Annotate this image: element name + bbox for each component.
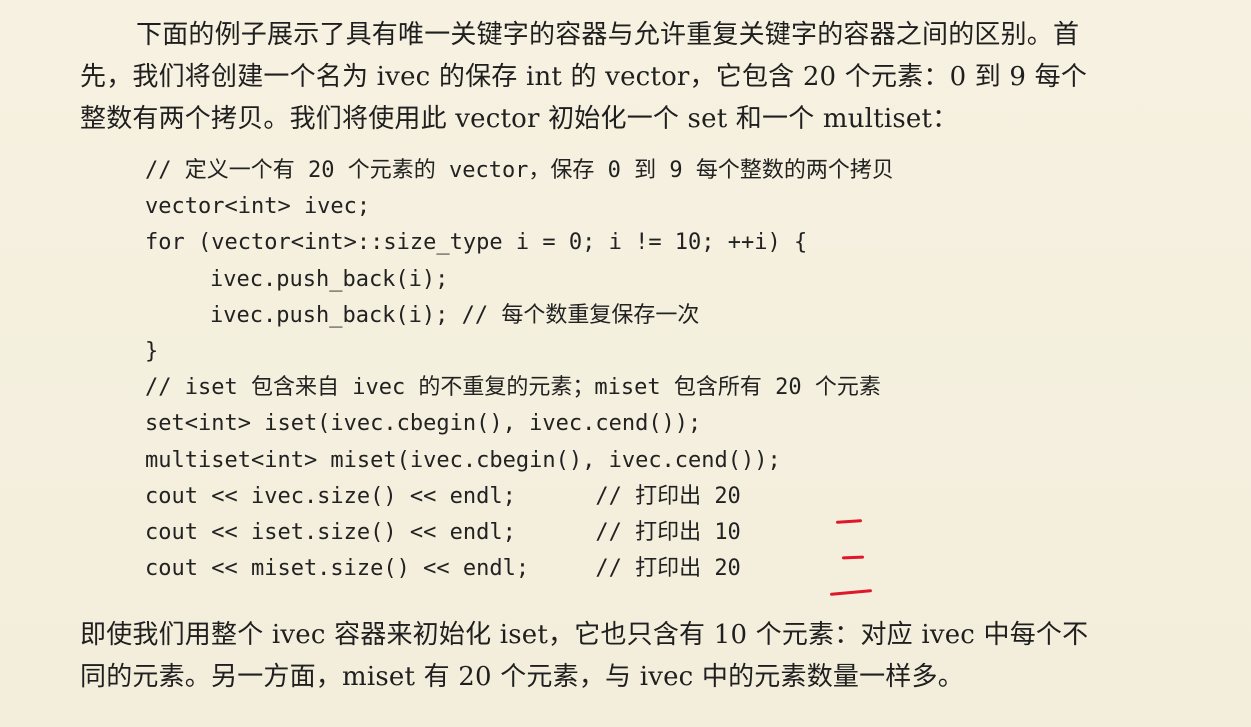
code-line-9: multiset<int> miset(ivec.cbegin(), ivec.…	[145, 447, 781, 473]
outro-line-2: 同的元素。另一方面，miset 有 20 个元素，与 ivec 中的元素数量一样…	[80, 662, 964, 692]
code-line-5: ivec.push_back(i); // 每个数重复保存一次	[210, 302, 700, 328]
code-line-4: ivec.push_back(i);	[210, 266, 449, 292]
outro-paragraph: 即使我们用整个 ivec 容器来初始化 iset，它也只含有 10 个元素：对应…	[80, 614, 1225, 698]
outro-line-1: 即使我们用整个 ivec 容器来初始化 iset，它也只含有 10 个元素：对应…	[80, 620, 1089, 650]
code-line-1: // 定义一个有 20 个元素的 vector，保存 0 到 9 每个整数的两个…	[145, 158, 894, 183]
intro-line-2: 先，我们将创建一个名为 ivec 的保存 int 的 vector，它包含 20…	[80, 62, 1088, 92]
code-line-3: for (vector<int>::size_type i = 0; i != …	[145, 230, 808, 256]
code-line-10: cout << ivec.size() << endl; // 打印出 20	[145, 483, 741, 509]
intro-paragraph: 下面的例子展示了具有唯一关键字的容器与允许重复关键字的容器之间的区别。首 先，我…	[80, 14, 1225, 140]
code-line-6: }	[145, 339, 159, 365]
code-line-12: cout << miset.size() << endl; // 打印出 20	[145, 556, 741, 582]
intro-line-1: 下面的例子展示了具有唯一关键字的容器与允许重复关键字的容器之间的区别。首	[136, 20, 1080, 50]
red-underline-mark	[829, 589, 873, 596]
intro-line-3: 整数有两个拷贝。我们将使用此 vector 初始化一个 set 和一个 mult…	[80, 104, 959, 134]
code-line-2: vector<int> ivec;	[145, 194, 371, 220]
code-block: // 定义一个有 20 个元素的 vector，保存 0 到 9 每个整数的两个…	[145, 153, 1045, 587]
code-line-7: // iset 包含来自 ivec 的不重复的元素；miset 包含所有 20 …	[145, 375, 881, 401]
code-line-11: cout << iset.size() << endl; // 打印出 10	[145, 520, 741, 546]
code-line-8: set<int> iset(ivec.cbegin(), ivec.cend()…	[145, 411, 702, 437]
document-page: 下面的例子展示了具有唯一关键字的容器与允许重复关键字的容器之间的区别。首 先，我…	[0, 0, 1251, 727]
